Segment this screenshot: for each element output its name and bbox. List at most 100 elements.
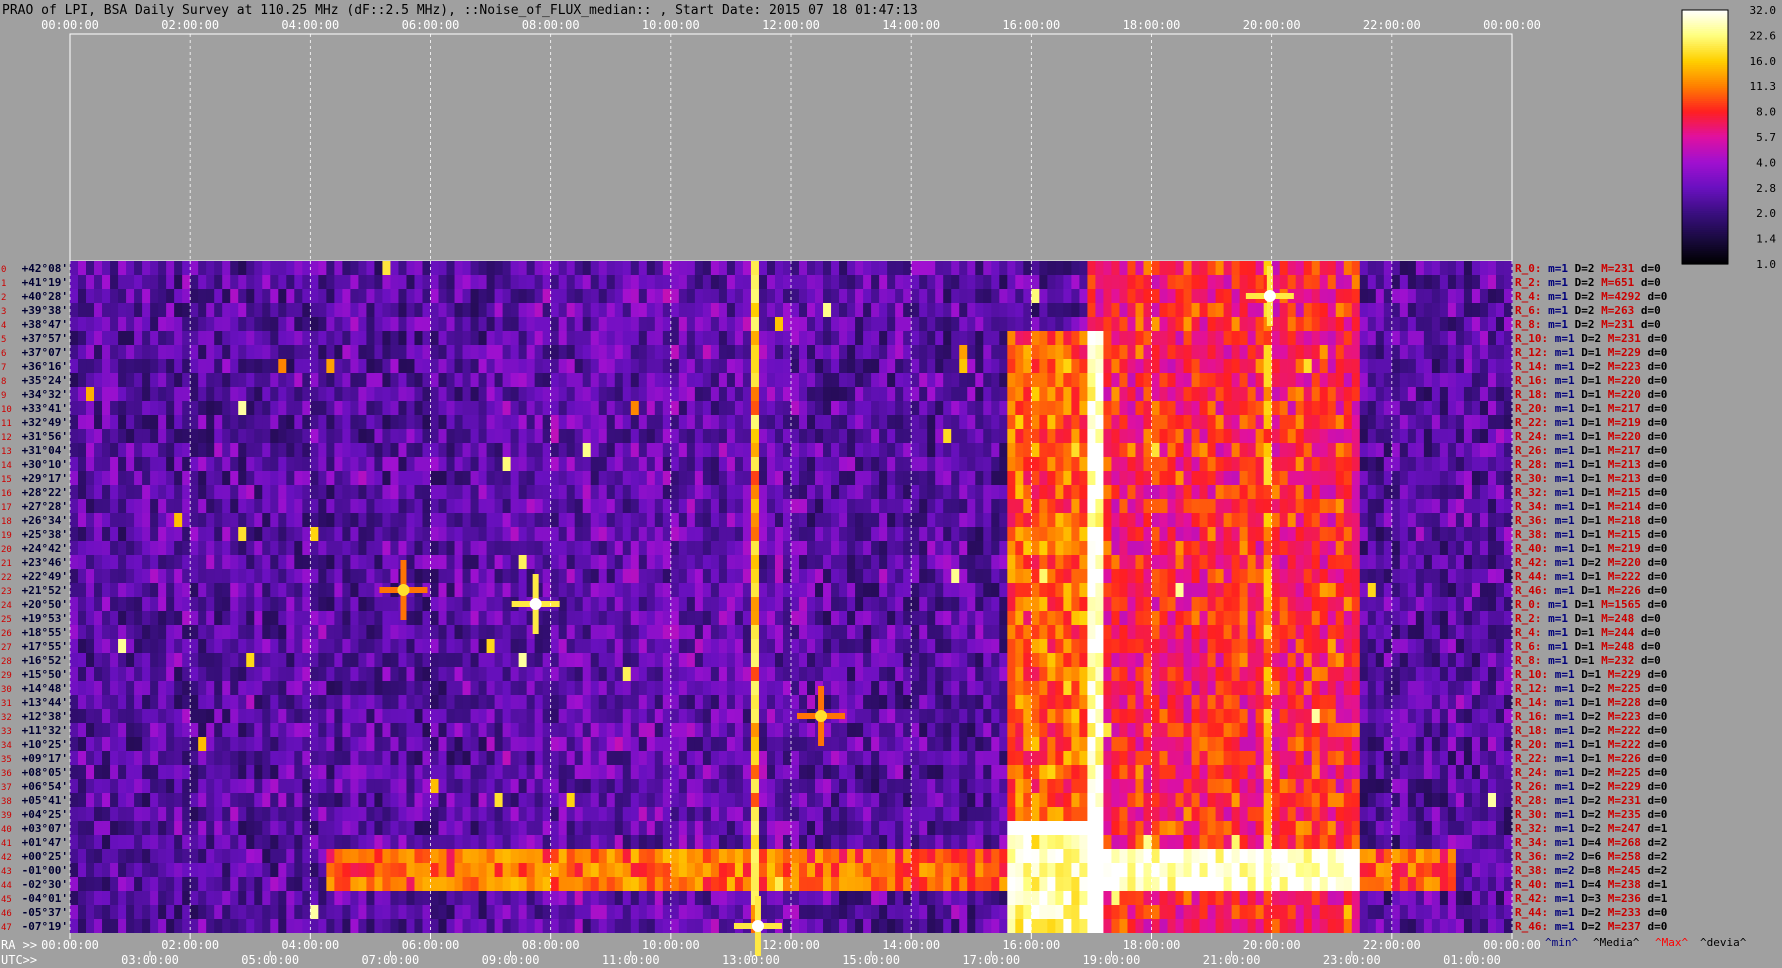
heatmap-cell: [991, 499, 1000, 513]
heatmap-cell: [638, 513, 648, 527]
heatmap-cell: [1407, 261, 1417, 275]
heatmap-cell: [118, 275, 127, 289]
heatmap-cell: [1351, 583, 1361, 597]
heatmap-cell: [1151, 527, 1161, 541]
heatmap-cell: [174, 597, 183, 611]
heatmap-cell: [1255, 527, 1265, 541]
heatmap-cell: [935, 303, 944, 317]
heatmap-cell: [1143, 443, 1153, 457]
heatmap-cell: [887, 527, 896, 541]
heatmap-cell: [670, 415, 680, 429]
heatmap-cell: [494, 457, 504, 471]
heatmap-cell: [1151, 555, 1161, 569]
heatmap-cell: [1063, 401, 1072, 415]
heatmap-cell: [102, 373, 111, 387]
heatmap-cell: [670, 485, 680, 499]
heatmap-cell: [422, 639, 432, 653]
heatmap-cell: [446, 457, 456, 471]
heatmap-cell: [1015, 527, 1024, 541]
heatmap-cell: [214, 527, 223, 541]
heatmap-cell: [494, 387, 504, 401]
heatmap-cell: [142, 373, 151, 387]
heatmap-cell: [959, 401, 968, 415]
heatmap-cell: [1111, 303, 1121, 317]
heatmap-cell: [110, 443, 119, 457]
heatmap-cell: [1503, 541, 1513, 555]
heatmap-cell: [1095, 429, 1105, 443]
heatmap-cell: [863, 499, 872, 513]
heatmap-cell: [1151, 513, 1161, 527]
heatmap-cell: [686, 625, 696, 639]
heatmap-cell: [270, 289, 279, 303]
heatmap-cell: [1415, 331, 1425, 345]
heatmap-cell: [694, 401, 704, 415]
heatmap-cell: [614, 457, 624, 471]
heatmap-cell: [350, 289, 359, 303]
heatmap-cell: [270, 541, 279, 555]
heatmap-cell: [662, 485, 672, 499]
heatmap-cell: [983, 415, 992, 429]
heatmap-cell: [1503, 261, 1513, 275]
heatmap-cell: [94, 499, 103, 513]
heatmap-cell: [334, 639, 343, 653]
heatmap-cell: [1415, 485, 1425, 499]
heatmap-cell: [166, 485, 175, 499]
heatmap-cell: [398, 625, 408, 639]
heatmap-cell: [142, 625, 151, 639]
heatmap-cell: [558, 373, 568, 387]
heatmap-cell: [190, 611, 199, 625]
heatmap-cell: [1055, 541, 1064, 555]
heatmap-cell: [334, 457, 343, 471]
heatmap-cell: [518, 555, 528, 569]
heatmap-cell: [462, 583, 472, 597]
heatmap-cell: [118, 289, 127, 303]
heatmap-cell: [214, 415, 223, 429]
heatmap-cell: [1471, 583, 1481, 597]
heatmap-cell: [1383, 583, 1393, 597]
heatmap-cell: [190, 471, 199, 485]
heatmap-cell: [799, 359, 808, 373]
heatmap-cell: [326, 359, 335, 373]
heatmap-cell: [382, 401, 392, 415]
heatmap-cell: [1007, 331, 1016, 345]
heatmap-cell: [927, 597, 936, 611]
heatmap-cell: [1183, 289, 1193, 303]
heatmap-cell: [1087, 345, 1097, 359]
heatmap-cell: [366, 275, 376, 289]
heatmap-cell: [927, 457, 936, 471]
heatmap-cell: [1007, 317, 1016, 331]
heatmap-cell: [598, 583, 608, 597]
heatmap-cell: [1055, 275, 1064, 289]
heatmap-cell: [1263, 555, 1273, 569]
heatmap-cell: [951, 275, 960, 289]
heatmap-cell: [742, 527, 752, 541]
heatmap-cell: [831, 359, 840, 373]
heatmap-cell: [1007, 625, 1016, 639]
heatmap-cell: [1351, 513, 1361, 527]
heatmap-cell: [622, 289, 632, 303]
heatmap-cell: [94, 513, 103, 527]
heatmap-cell: [1255, 597, 1265, 611]
heatmap-cell: [446, 401, 456, 415]
heatmap-cell: [1319, 457, 1329, 471]
heatmap-cell: [1463, 289, 1473, 303]
heatmap-cell: [294, 639, 303, 653]
heatmap-cell: [879, 261, 888, 275]
heatmap-cell: [983, 373, 992, 387]
heatmap-cell: [815, 597, 824, 611]
heatmap-cell: [1055, 443, 1064, 457]
heatmap-cell: [478, 597, 488, 611]
heatmap-cell: [606, 443, 616, 457]
heatmap-cell: [1415, 499, 1425, 513]
heatmap-cell: [1063, 555, 1072, 569]
heatmap-cell: [823, 625, 832, 639]
heatmap-cell: [670, 611, 680, 625]
heatmap-cell: [1423, 597, 1433, 611]
heatmap-cell: [622, 499, 632, 513]
heatmap-cell: [1127, 583, 1137, 597]
heatmap-cell: [847, 387, 856, 401]
heatmap-cell: [1351, 303, 1361, 317]
heatmap-cell: [142, 597, 151, 611]
heatmap-cell: [1351, 611, 1361, 625]
heatmap-cell: [118, 457, 127, 471]
